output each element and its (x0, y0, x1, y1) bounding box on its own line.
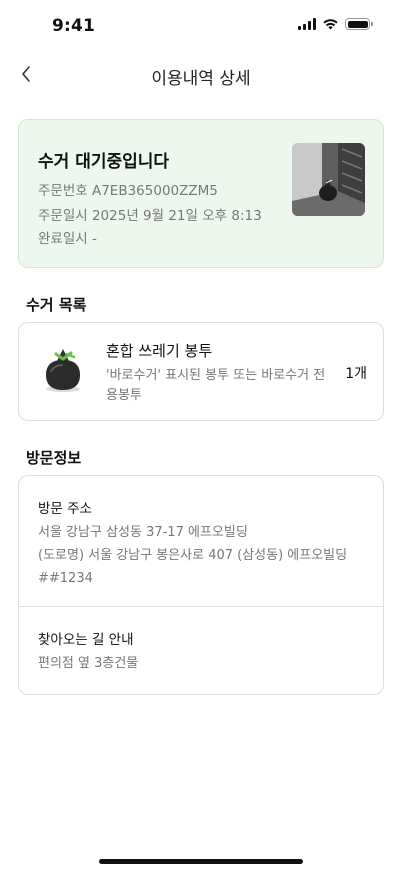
home-indicator (99, 859, 303, 864)
trash-bag-image (38, 345, 88, 395)
item-quantity: 1개 (345, 366, 367, 382)
pickup-location-photo[interactable] (292, 143, 365, 216)
address-line3: ##1234 (38, 571, 93, 586)
status-time: 9:41 (52, 16, 96, 36)
visit-info-title: 방문정보 (26, 449, 82, 467)
item-name: 혼합 쓰레기 봉투 (106, 342, 213, 360)
pickup-list-title: 수거 목록 (26, 296, 87, 314)
address-label: 방문 주소 (38, 501, 92, 517)
directions-text: 편의점 옆 3층건물 (38, 656, 139, 671)
status-title: 수거 대기중입니다 (38, 152, 170, 172)
page-title: 이용내역 상세 (151, 69, 251, 89)
cellular-signal-icon (298, 18, 316, 30)
status-bar: 9:41 (0, 0, 402, 52)
order-number: 주문번호 A7EB365000ZZM5 (38, 183, 218, 199)
visit-info-card: 방문 주소 서울 강남구 삼성동 37-17 에프오빌딩 (도로명) 서울 강남… (18, 475, 384, 695)
pickup-item-card: 혼합 쓰레기 봉투 '바로수거' 표시된 봉투 또는 바로수거 전용봉투 1개 (18, 322, 384, 421)
status-icons (298, 18, 373, 30)
item-description: '바로수거' 표시된 봉투 또는 바로수거 전용봉투 (106, 368, 326, 403)
pickup-status-card: 수거 대기중입니다 주문번호 A7EB365000ZZM5 주문일시 2025년… (18, 119, 384, 268)
address-line1: 서울 강남구 삼성동 37-17 에프오빌딩 (38, 525, 248, 540)
order-datetime: 주문일시 2025년 9월 21일 오후 8:13 (38, 208, 262, 224)
header: 이용내역 상세 (0, 52, 402, 96)
address-line2: (도로명) 서울 강남구 봉은사로 407 (삼성동) 에프오빌딩 (38, 548, 348, 563)
divider (19, 606, 383, 607)
completed-datetime: 완료일시 - (38, 231, 97, 247)
wifi-icon (323, 19, 338, 30)
directions-label: 찾아오는 길 안내 (38, 632, 134, 648)
battery-icon (345, 18, 373, 30)
